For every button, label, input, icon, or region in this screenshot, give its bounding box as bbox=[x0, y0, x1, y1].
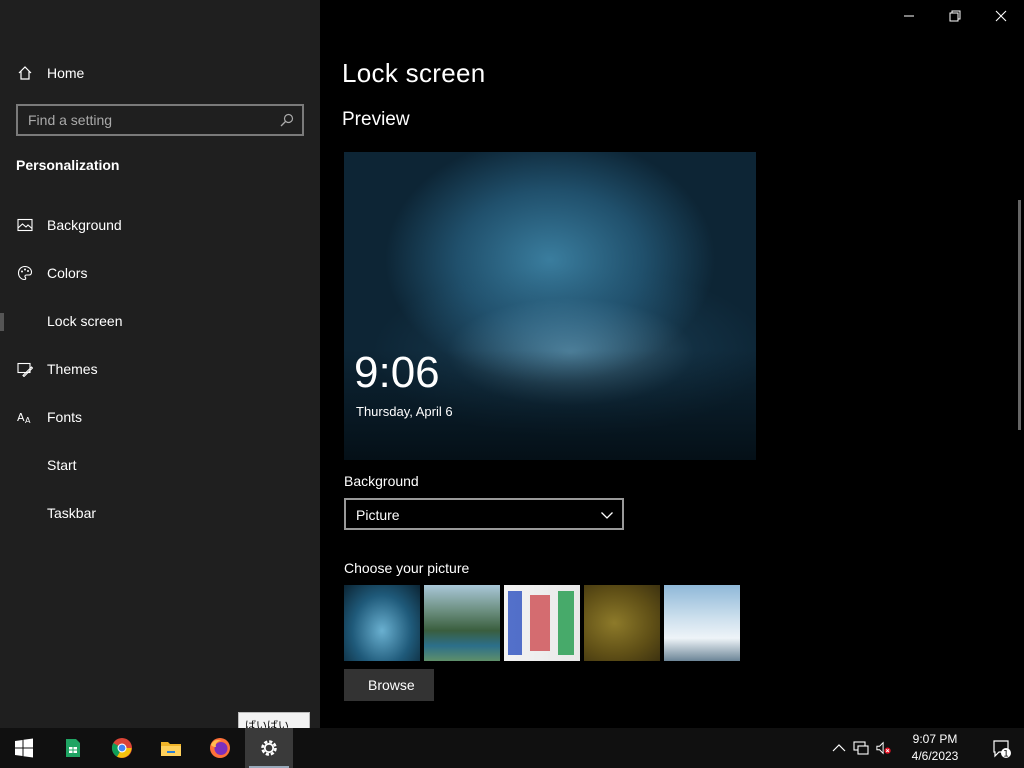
preview-date: Thursday, April 6 bbox=[356, 404, 453, 419]
start-button[interactable] bbox=[0, 728, 48, 768]
search-input[interactable]: Find a setting bbox=[16, 104, 304, 136]
picture-thumbnail-lake[interactable] bbox=[424, 585, 500, 661]
background-dropdown-value: Picture bbox=[356, 507, 400, 523]
lock-screen-preview: 9:06 Thursday, April 6 bbox=[344, 152, 756, 460]
picture-thumbnail-moss[interactable] bbox=[584, 585, 660, 661]
sidebar-item-colors[interactable]: Colors bbox=[0, 255, 320, 291]
preview-heading: Preview bbox=[342, 109, 410, 130]
sheets-icon bbox=[66, 739, 80, 757]
page-title: Lock screen bbox=[342, 58, 486, 88]
sidebar-item-lock-screen[interactable]: Lock screen bbox=[0, 303, 320, 339]
sidebar-item-fonts[interactable]: A A Fonts bbox=[0, 399, 320, 435]
sidebar-item-label: Fonts bbox=[47, 409, 83, 425]
firefox-icon bbox=[210, 738, 230, 758]
sidebar-item-label: Colors bbox=[47, 265, 88, 281]
thumbnail-stripe bbox=[530, 595, 550, 651]
brush-icon bbox=[17, 362, 33, 377]
scrollbar[interactable] bbox=[1018, 200, 1021, 430]
home-icon bbox=[18, 66, 32, 80]
home-nav-item[interactable]: Home bbox=[0, 57, 320, 89]
notification-count: 1 bbox=[1003, 750, 1009, 760]
search-placeholder: Find a setting bbox=[28, 112, 113, 128]
picture-icon bbox=[17, 218, 33, 232]
restore-icon bbox=[949, 10, 961, 22]
network-icon[interactable] bbox=[853, 740, 869, 756]
action-center-button[interactable]: 1 bbox=[978, 728, 1024, 768]
windows-logo-icon bbox=[15, 738, 33, 758]
close-icon bbox=[995, 10, 1007, 22]
main-content: Lock screen Preview 9:06 Thursday, April… bbox=[320, 0, 1024, 728]
taskbar-firefox[interactable] bbox=[196, 728, 244, 768]
chevron-up-icon[interactable] bbox=[831, 740, 847, 756]
notification-icon: 1 bbox=[993, 740, 1011, 760]
background-label: Background bbox=[344, 473, 419, 489]
browse-button[interactable]: Browse bbox=[344, 669, 434, 701]
sidebar-item-start[interactable]: Start bbox=[0, 447, 320, 483]
clock-time: 9:07 PM bbox=[912, 732, 958, 746]
sidebar-item-label: Background bbox=[47, 217, 122, 233]
browse-label: Browse bbox=[368, 677, 415, 693]
font-icon: A A bbox=[17, 411, 31, 425]
taskbar-file-explorer[interactable] bbox=[147, 728, 195, 768]
sidebar-item-label: Lock screen bbox=[47, 313, 123, 329]
sidebar-item-themes[interactable]: Themes bbox=[0, 351, 320, 387]
taskbar-clock[interactable]: 9:07 PM 4/6/2023 bbox=[900, 731, 970, 767]
sidebar-item-label: Start bbox=[47, 457, 77, 473]
taskbar: 9:07 PM 4/6/2023 1 bbox=[0, 728, 1024, 768]
sidebar-item-label: Taskbar bbox=[47, 505, 97, 521]
background-dropdown[interactable]: Picture bbox=[344, 498, 624, 530]
choose-picture-label: Choose your picture bbox=[344, 560, 470, 576]
picture-thumbnail-collage[interactable] bbox=[504, 585, 580, 661]
folder-icon bbox=[161, 742, 181, 756]
svg-text:A: A bbox=[17, 411, 25, 424]
gear-icon bbox=[261, 740, 277, 756]
sidebar-item-taskbar[interactable]: Taskbar bbox=[0, 495, 320, 531]
clock-date: 4/6/2023 bbox=[911, 749, 959, 763]
picture-thumbnail-ice-cave[interactable] bbox=[344, 585, 420, 661]
sidebar: Home Find a setting Personalization Back… bbox=[0, 0, 320, 728]
close-button[interactable] bbox=[978, 0, 1024, 32]
sidebar-item-label: Themes bbox=[47, 361, 98, 377]
chevron-down-icon bbox=[601, 512, 613, 519]
section-title: Personalization bbox=[16, 157, 120, 173]
palette-icon bbox=[17, 265, 33, 281]
picture-thumbnail-sky[interactable] bbox=[664, 585, 740, 661]
restore-button[interactable] bbox=[932, 0, 978, 32]
taskbar-google-sheets[interactable] bbox=[49, 728, 97, 768]
minimize-button[interactable] bbox=[886, 0, 932, 32]
picture-thumbnails bbox=[344, 585, 740, 661]
search-icon[interactable] bbox=[280, 113, 294, 127]
minimize-icon bbox=[904, 15, 914, 17]
thumbnail-stripe bbox=[508, 591, 522, 655]
taskbar-chrome[interactable] bbox=[98, 728, 146, 768]
chrome-icon bbox=[111, 738, 132, 758]
home-label: Home bbox=[47, 65, 85, 81]
sidebar-item-background[interactable]: Background bbox=[0, 207, 320, 243]
taskbar-settings[interactable] bbox=[245, 728, 293, 768]
thumbnail-stripe bbox=[558, 591, 574, 655]
preview-time: 9:06 bbox=[354, 348, 440, 397]
svg-text:A: A bbox=[25, 416, 31, 425]
volume-muted-icon[interactable] bbox=[876, 740, 892, 756]
